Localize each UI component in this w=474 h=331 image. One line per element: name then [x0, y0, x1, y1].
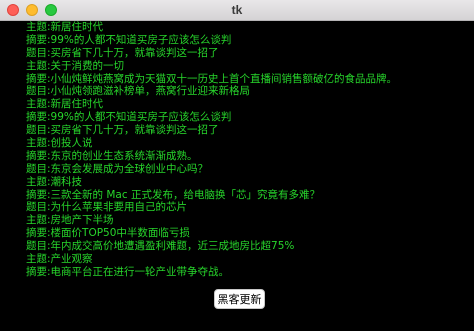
news-line: 摘要:99%的人都不知道买房子应该怎么谈判 — [26, 33, 232, 46]
news-line: 摘要:电商平台正在进行一轮产业带争夺战。 — [26, 265, 230, 278]
news-line: 摘要:三款全新的 Mac 正式发布，给电脑换「芯」究竟有多难？ — [26, 188, 320, 201]
title-bar[interactable]: tk — [0, 0, 474, 21]
news-line: 主题:新居住时代 — [26, 21, 104, 33]
news-line: 主题:创投人说 — [26, 137, 93, 150]
news-line: 主题:新居住时代 — [26, 98, 104, 111]
news-line: 题目:小仙炖领跑滋补榜单，燕窝行业迎来新格局 — [26, 85, 251, 98]
news-line: 摘要:小仙炖鲜炖燕窝成为天猫双十一历史上首个直播间销售额破亿的食品品牌。 — [26, 72, 398, 85]
news-line: 主题:关于消费的一切 — [26, 59, 125, 72]
app-window: tk 主题:新居住时代 摘要:99%的人都不知道买房子应该怎么谈判 题目:买房省… — [0, 0, 474, 331]
news-line: 摘要:楼面价TOP50中半数面临亏损 — [26, 227, 190, 240]
news-line: 题目:为什么苹果非要用自己的芯片 — [26, 201, 188, 214]
news-line: 主题:产业观察 — [26, 253, 93, 266]
news-line: 题目:买房省下几十万，就靠谈判这一招了 — [26, 46, 219, 59]
window-title: tk — [231, 3, 243, 17]
news-line: 主题:房地产下半场 — [26, 214, 114, 227]
news-list: 主题:新居住时代 摘要:99%的人都不知道买房子应该怎么谈判 题目:买房省下几十… — [26, 21, 466, 279]
news-line: 题目:买房省下几十万，就靠谈判这一招了 — [26, 124, 219, 137]
news-line: 题目:东京会发展成为全球创业中心吗？ — [26, 162, 209, 175]
news-line: 摘要:东京的创业生态系统渐渐成熟。 — [26, 149, 198, 162]
news-line: 摘要:99%的人都不知道买房子应该怎么谈判 — [26, 111, 232, 124]
news-line: 主题:潮科技 — [26, 175, 83, 188]
refresh-button[interactable]: 黑客更新 — [214, 289, 265, 309]
text-display-area: 主题:新居住时代 摘要:99%的人都不知道买房子应该怎么谈判 题目:买房省下几十… — [0, 21, 474, 331]
news-line: 题目:年内成交高价地遭遇盈利难题，近三成地房比超75% — [26, 240, 295, 253]
